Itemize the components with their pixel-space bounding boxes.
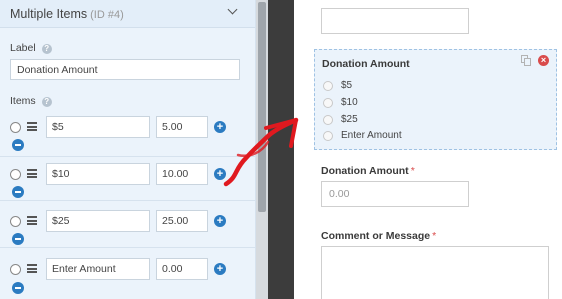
remove-item-icon[interactable] — [12, 139, 24, 151]
item-row: $5 5.00 + — [0, 113, 255, 157]
add-item-icon[interactable]: + — [214, 121, 226, 133]
choice-label: $25 — [341, 114, 358, 125]
divider — [0, 200, 255, 201]
item-value-input[interactable]: 10.00 — [156, 163, 208, 185]
items-heading-text: Items — [10, 95, 36, 107]
remove-item-icon[interactable] — [12, 282, 24, 294]
label-input[interactable]: Donation Amount — [10, 59, 240, 80]
field-type-name: Multiple Items — [10, 7, 88, 21]
comment-message-label: Comment or Message * — [321, 230, 436, 242]
item-label-input[interactable]: Enter Amount — [46, 258, 150, 280]
comment-message-label-text: Comment or Message — [321, 230, 431, 242]
donation-amount-label-text: Donation Amount — [321, 165, 409, 177]
field-options-panel: Multiple Items (ID #4) Label? Donation Am… — [0, 0, 256, 299]
item-value-input[interactable]: 25.00 — [156, 210, 208, 232]
default-item-radio[interactable] — [10, 169, 21, 180]
label-heading-text: Label — [10, 42, 36, 54]
donation-amount-input[interactable]: 0.00 — [321, 181, 469, 207]
drag-handle-icon[interactable] — [27, 264, 37, 273]
item-row: $25 25.00 + — [0, 204, 255, 248]
selected-field-donation-amount[interactable]: Donation Amount × $5 $10 $25 Enter Amoun… — [314, 49, 557, 150]
radio-button[interactable] — [323, 81, 333, 91]
scrollbar-thumb[interactable] — [258, 2, 266, 212]
default-item-radio[interactable] — [10, 264, 21, 275]
help-icon[interactable]: ? — [41, 97, 52, 107]
default-item-radio[interactable] — [10, 122, 21, 133]
field-options-header[interactable]: Multiple Items (ID #4) — [0, 0, 255, 28]
item-label-input[interactable]: $10 — [46, 163, 150, 185]
item-label-input[interactable]: $25 — [46, 210, 150, 232]
add-item-icon[interactable]: + — [214, 263, 226, 275]
choice-label: $10 — [341, 97, 358, 108]
editor-gutter — [268, 0, 294, 299]
drag-handle-icon[interactable] — [27, 169, 37, 178]
form-preview: Donation Amount × $5 $10 $25 Enter Amoun… — [294, 0, 562, 299]
item-row: Enter Amount 0.00 + — [0, 251, 255, 295]
label-heading: Label? — [10, 42, 52, 54]
add-item-icon[interactable]: + — [214, 168, 226, 180]
item-row: $10 10.00 + — [0, 157, 255, 201]
choice-label: Enter Amount — [341, 130, 402, 141]
radio-button[interactable] — [323, 115, 333, 125]
remove-item-icon[interactable] — [12, 233, 24, 245]
remove-item-icon[interactable] — [12, 186, 24, 198]
item-label-input[interactable]: $5 — [46, 116, 150, 138]
item-value-input[interactable]: 5.00 — [156, 116, 208, 138]
previous-field-input[interactable] — [321, 8, 469, 34]
required-asterisk: * — [410, 165, 415, 177]
help-icon[interactable]: ? — [41, 44, 52, 54]
selected-field-title: Donation Amount — [322, 58, 410, 70]
items-heading: Items? — [10, 95, 52, 107]
drag-handle-icon[interactable] — [27, 216, 37, 225]
duplicate-icon[interactable] — [521, 55, 532, 66]
field-options-title: Multiple Items (ID #4) — [10, 7, 124, 21]
divider — [0, 247, 255, 248]
chevron-down-icon[interactable] — [227, 4, 238, 15]
drag-handle-icon[interactable] — [27, 122, 37, 131]
choice-label: $5 — [341, 80, 353, 91]
default-item-radio[interactable] — [10, 216, 21, 227]
radio-button[interactable] — [323, 131, 333, 141]
required-asterisk: * — [432, 230, 437, 242]
radio-button[interactable] — [323, 98, 333, 108]
comment-message-textarea[interactable] — [321, 246, 549, 299]
delete-icon[interactable]: × — [538, 55, 549, 66]
donation-amount-label: Donation Amount * — [321, 165, 415, 177]
item-value-input[interactable]: 0.00 — [156, 258, 208, 280]
field-id: (ID #4) — [90, 9, 124, 21]
add-item-icon[interactable]: + — [214, 215, 226, 227]
